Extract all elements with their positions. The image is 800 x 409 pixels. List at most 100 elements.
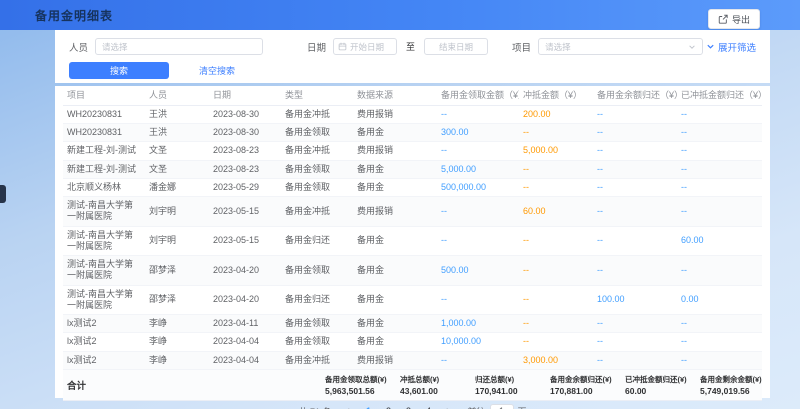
table-row: lx测试2李峥2023-04-04备用金领取备用金10,000.00------ <box>63 333 762 351</box>
column-header: 日期 <box>209 86 281 105</box>
cell-project: 测试-南昌大学第一附属医院 <box>63 285 145 315</box>
cell-balance_return: -- <box>593 197 677 227</box>
cell-type: 备用金冲抵 <box>281 105 353 123</box>
expand-filters-link[interactable]: 展开筛选 <box>706 40 756 54</box>
cell-offset: -- <box>519 124 593 142</box>
cell-type: 备用金领取 <box>281 160 353 178</box>
summary-item-value: 60.00 <box>625 386 687 396</box>
start-date-input[interactable] <box>333 38 397 55</box>
cell-type: 备用金领取 <box>281 333 353 351</box>
cell-offset_return: -- <box>677 351 762 369</box>
cell-person: 李峥 <box>145 315 209 333</box>
cell-offset_return: -- <box>677 178 762 196</box>
column-header: 人员 <box>145 86 209 105</box>
cell-source: 备用金 <box>353 285 437 315</box>
cell-project: 新建工程-刘-测试 <box>63 160 145 178</box>
cell-balance_return: 100.00 <box>593 285 677 315</box>
cell-received: 5,000.00 <box>437 160 519 178</box>
cell-date: 2023-04-04 <box>209 333 281 351</box>
page-number-2[interactable]: 2 <box>381 404 395 409</box>
page-number-1[interactable]: 1 <box>361 404 375 409</box>
cell-offset_return: -- <box>677 333 762 351</box>
table-row: WH20230831王洪2023-08-30备用金冲抵费用报销--200.00-… <box>63 105 762 123</box>
cell-offset_return: -- <box>677 160 762 178</box>
project-select[interactable]: 请选择 <box>538 38 703 55</box>
table-row: lx测试2李峥2023-04-04备用金冲抵费用报销--3,000.00---- <box>63 351 762 369</box>
cell-offset: -- <box>519 160 593 178</box>
petty-cash-table: 项目人员日期类型数据来源备用金领取金额（¥）冲抵金额（¥）备用金余额归还（¥）已… <box>63 86 762 370</box>
export-button[interactable]: 导出 <box>708 9 760 29</box>
filter-panel: 人员 日期 至 项目 请选择 <box>55 30 770 83</box>
summary-row: 合计 备用金领取总额(¥)5,963,501.56冲抵总额(¥)43,601.0… <box>63 370 762 401</box>
person-filter-label: 人员 <box>69 40 88 54</box>
cell-received: 1,000.00 <box>437 315 519 333</box>
end-date-input[interactable] <box>424 38 488 55</box>
calendar-icon <box>338 42 347 51</box>
start-date-field[interactable] <box>350 42 392 52</box>
next-page-icon[interactable] <box>441 404 455 409</box>
table-row: 测试-南昌大学第一附属医院邵梦泽2023-04-20备用金领取备用金500.00… <box>63 256 762 286</box>
cell-offset_return: -- <box>677 197 762 227</box>
cell-person: 王洪 <box>145 105 209 123</box>
cell-source: 费用报销 <box>353 142 437 160</box>
export-label: 导出 <box>732 13 750 26</box>
cell-date: 2023-08-23 <box>209 142 281 160</box>
cell-project: lx测试2 <box>63 333 145 351</box>
project-select-placeholder: 请选择 <box>545 41 571 53</box>
cell-person: 文圣 <box>145 160 209 178</box>
cell-type: 备用金归还 <box>281 285 353 315</box>
goto-prefix: 前往 <box>467 405 485 409</box>
expand-filters-label: 展开筛选 <box>718 40 756 54</box>
cell-source: 备用金 <box>353 124 437 142</box>
person-select-input[interactable] <box>95 38 263 55</box>
table-header-row: 项目人员日期类型数据来源备用金领取金额（¥）冲抵金额（¥）备用金余额归还（¥）已… <box>63 86 762 105</box>
cell-person: 李峥 <box>145 333 209 351</box>
summary-item-label: 冲抵总额(¥) <box>400 374 462 385</box>
cell-offset_return: -- <box>677 256 762 286</box>
cell-project: 测试-南昌大学第一附属医院 <box>63 256 145 286</box>
cell-offset: 5,000.00 <box>519 142 593 160</box>
cell-person: 邵梦泽 <box>145 285 209 315</box>
cell-offset: 3,000.00 <box>519 351 593 369</box>
cell-person: 李峥 <box>145 351 209 369</box>
summary-total-label: 合计 <box>67 378 86 392</box>
cell-date: 2023-04-20 <box>209 285 281 315</box>
page-number-3[interactable]: 3 <box>401 404 415 409</box>
cell-received: 500,000.00 <box>437 178 519 196</box>
cell-offset_return: -- <box>677 105 762 123</box>
end-date-field[interactable] <box>429 42 483 52</box>
chevron-down-icon <box>688 43 696 51</box>
cell-source: 备用金 <box>353 160 437 178</box>
sidebar-collapse-handle[interactable] <box>0 185 6 203</box>
cell-received: 300.00 <box>437 124 519 142</box>
cell-balance_return: -- <box>593 160 677 178</box>
cell-project: WH20230831 <box>63 105 145 123</box>
table-panel: 项目人员日期类型数据来源备用金领取金额（¥）冲抵金额（¥）备用金余额归还（¥）已… <box>55 86 770 398</box>
cell-offset_return: -- <box>677 124 762 142</box>
cell-offset: -- <box>519 285 593 315</box>
cell-offset: 200.00 <box>519 105 593 123</box>
cell-received: -- <box>437 351 519 369</box>
cell-person: 刘宇明 <box>145 226 209 256</box>
summary-item-label: 归还总额(¥) <box>475 374 537 385</box>
cell-type: 备用金冲抵 <box>281 197 353 227</box>
summary-item-value: 43,601.00 <box>400 386 462 396</box>
cell-date: 2023-08-30 <box>209 105 281 123</box>
clear-search-button[interactable]: 清空搜索 <box>199 64 235 77</box>
table-row: 测试-南昌大学第一附属医院刘宇明2023-05-15备用金冲抵费用报销--60.… <box>63 197 762 227</box>
cell-received: -- <box>437 105 519 123</box>
page-number-4[interactable]: 4 <box>421 404 435 409</box>
topbar: 备用金明细表 导出 <box>0 0 800 30</box>
search-button[interactable]: 搜索 <box>69 62 169 79</box>
cell-date: 2023-04-04 <box>209 351 281 369</box>
cell-source: 备用金 <box>353 178 437 196</box>
summary-item-label: 备用金领取总额(¥) <box>325 374 387 385</box>
goto-page-input[interactable] <box>490 404 514 409</box>
cell-project: lx测试2 <box>63 351 145 369</box>
table-row: 新建工程-刘-测试文圣2023-08-23备用金领取备用金5,000.00---… <box>63 160 762 178</box>
prev-page-icon[interactable] <box>341 404 355 409</box>
cell-project: 测试-南昌大学第一附属医院 <box>63 226 145 256</box>
expand-chevron-icon <box>706 42 715 51</box>
cell-project: WH20230831 <box>63 124 145 142</box>
cell-source: 备用金 <box>353 226 437 256</box>
